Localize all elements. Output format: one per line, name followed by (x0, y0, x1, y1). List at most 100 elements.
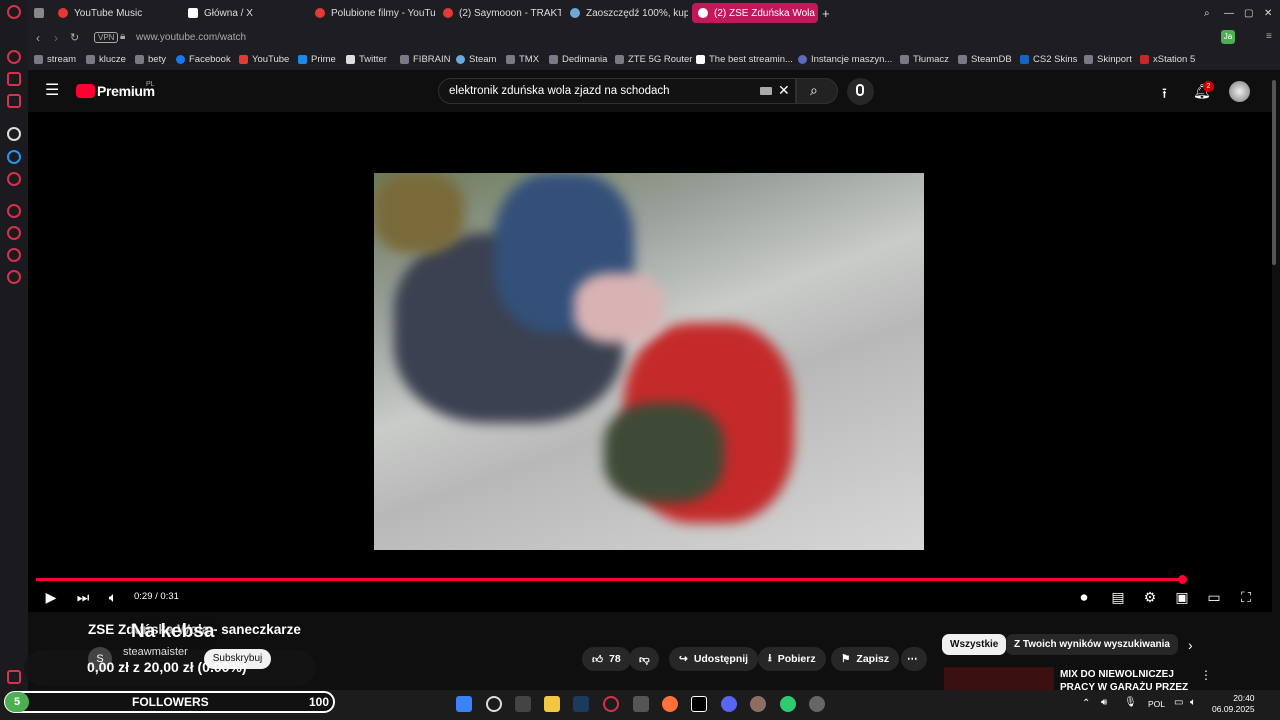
fullscreen-icon[interactable]: ⛶ (1238, 589, 1254, 605)
tab-saymooon[interactable]: (2) Saymooon - TRAKTOR (443, 3, 561, 23)
bookmark-instancje[interactable]: Instancje maszyn... (798, 54, 892, 65)
like-button[interactable]: 👍︎ 78 (582, 647, 631, 671)
tray-chevron-icon[interactable]: ⌃ (1082, 698, 1090, 709)
tab-current-video[interactable]: (2) ZSE Zduńska Wola - s (692, 3, 818, 23)
upload-icon[interactable]: ⭱ (1162, 83, 1167, 107)
maximize-icon[interactable]: ▢ (1244, 3, 1254, 23)
chatgpt-icon[interactable] (7, 127, 21, 141)
speaker-icon[interactable]: 🔈︎ (1190, 697, 1196, 708)
opera-logo-icon[interactable] (7, 5, 21, 19)
keyboard-icon[interactable] (760, 87, 772, 95)
close-window-icon[interactable]: ✕ (1264, 3, 1274, 23)
bookmark-stream[interactable]: stream (34, 54, 76, 65)
search-button[interactable]: ⌕ (796, 78, 838, 104)
steam-taskbar-icon[interactable] (573, 696, 589, 712)
volume-icon[interactable]: 🔈︎ (105, 589, 121, 605)
more-sidebar-icon[interactable] (7, 670, 21, 684)
bookmark-dedimania[interactable]: Dedimania (549, 54, 607, 65)
bookmark-tlumacz[interactable]: Tłumacz (900, 54, 949, 65)
next-icon[interactable]: ⏭ (75, 589, 91, 605)
menu-icon[interactable]: ≡ (1266, 31, 1272, 42)
history-icon[interactable] (7, 226, 21, 240)
subtitles-icon[interactable]: ▤ (1110, 589, 1126, 605)
progress-bar[interactable] (36, 578, 1183, 581)
opera-taskbar-icon[interactable] (603, 696, 619, 712)
scrollbar[interactable] (1272, 80, 1276, 265)
music-icon[interactable] (7, 94, 21, 108)
xbox-icon[interactable] (780, 696, 796, 712)
calculator-icon[interactable] (633, 696, 649, 712)
youtube-logo-icon[interactable] (76, 84, 95, 98)
search-tabs-icon[interactable]: ⌕ (1204, 3, 1214, 23)
bookmark-streaming[interactable]: The best streamin... (696, 54, 793, 65)
bookmark-skinport[interactable]: Skinport (1084, 54, 1132, 65)
language-indicator[interactable]: POL (1148, 699, 1165, 709)
bookmark-facebook[interactable]: Facebook (176, 54, 231, 65)
kebab-menu-icon[interactable]: ⋮ (1200, 668, 1212, 682)
voice-search-button[interactable] (847, 78, 874, 105)
video-icon[interactable] (7, 172, 21, 186)
extensions-icon[interactable] (7, 248, 21, 262)
channel-name[interactable]: steawmaister (123, 646, 188, 658)
aria-icon[interactable] (7, 50, 21, 64)
bookmark-steamdb[interactable]: SteamDB (958, 54, 1012, 65)
bookmark-klucze[interactable]: klucze (86, 54, 126, 65)
play-icon[interactable]: ▶ (43, 589, 59, 605)
bookmark-steam[interactable]: Steam (456, 54, 496, 65)
tab-youtube-music[interactable]: YouTube Music (58, 3, 178, 23)
network-icon[interactable]: ▭ (1174, 697, 1183, 708)
dislike-button[interactable]: 👎︎ (629, 647, 659, 671)
avatar[interactable] (1229, 81, 1250, 102)
tab-x[interactable]: Główna / X (188, 3, 308, 23)
discord-icon[interactable] (721, 696, 737, 712)
download-button[interactable]: ⭳ Pobierz (758, 647, 826, 671)
url-field[interactable]: www.youtube.com/watch (136, 32, 246, 43)
tab-liked-videos[interactable]: Polubione filmy - YouTube (315, 3, 435, 23)
settings-gear-icon[interactable]: ⚙ (1142, 589, 1158, 605)
workspace-icon[interactable] (7, 72, 21, 86)
search-taskbar-icon[interactable] (486, 696, 502, 712)
back-icon[interactable]: ‹ (36, 31, 40, 45)
chip-all[interactable]: Wszystkie (942, 634, 1007, 655)
heart-icon[interactable] (7, 204, 21, 218)
bookmark-tmx[interactable]: TMX (506, 54, 539, 65)
search-input[interactable]: elektronik zduńska wola zjazd na schodac… (438, 78, 796, 104)
audio-icon[interactable]: 🔊︎ (1101, 697, 1107, 708)
more-actions-button[interactable]: ⋯ (901, 647, 927, 671)
tab-manager-icon[interactable] (34, 3, 54, 23)
chip-from-search[interactable]: Z Twoich wyników wyszukiwania (1006, 634, 1178, 655)
file-explorer-icon[interactable] (544, 696, 560, 712)
hamburger-menu-icon[interactable]: ☰ (45, 83, 59, 99)
miniplayer-icon[interactable]: ▣ (1174, 589, 1190, 605)
settings-icon[interactable] (7, 270, 21, 284)
bookmark-youtube[interactable]: YouTube (239, 54, 289, 65)
bookmark-bety[interactable]: bety (135, 54, 166, 65)
bookmark-twitter[interactable]: Twitter (346, 54, 387, 65)
tiktok-icon[interactable] (691, 696, 707, 712)
chevron-right-icon[interactable]: › (1188, 637, 1193, 653)
save-button[interactable]: ⚑ Zapisz (831, 647, 900, 671)
messenger-icon[interactable] (7, 150, 21, 164)
clock[interactable]: 20:40 06.09.2025 (1212, 693, 1255, 715)
reload-icon[interactable]: ↻ (70, 31, 79, 44)
task-view-icon[interactable] (515, 696, 531, 712)
bookmark-cs2-skins[interactable]: CS2 Skins (1020, 54, 1077, 65)
vpn-badge[interactable]: VPN (94, 32, 119, 43)
share-button[interactable]: ↪ Udostępnij (669, 647, 759, 671)
microphone-tray-icon[interactable]: 🎙︎ (1124, 697, 1137, 708)
overwolf-icon[interactable] (809, 696, 825, 712)
profile-avatar[interactable]: Ja (1221, 30, 1235, 44)
firefox-icon[interactable] (662, 696, 678, 712)
clear-search-icon[interactable]: ✕ (778, 82, 790, 99)
app-icon[interactable] (750, 696, 766, 712)
recommended-thumbnail[interactable] (944, 667, 1054, 691)
autoplay-toggle[interactable]: ⏺ (1073, 589, 1095, 605)
forward-icon[interactable]: › (54, 31, 58, 45)
theater-mode-icon[interactable]: ▭ (1206, 589, 1222, 605)
video-frame[interactable] (374, 173, 924, 550)
tab-steam-sale[interactable]: Zaoszczędź 100%, kupuj (570, 3, 688, 23)
new-tab-button[interactable]: + (822, 3, 836, 23)
start-icon[interactable] (456, 696, 472, 712)
bookmark-fibrain[interactable]: FIBRAIN (400, 54, 450, 65)
bookmark-prime[interactable]: Prime (298, 54, 336, 65)
